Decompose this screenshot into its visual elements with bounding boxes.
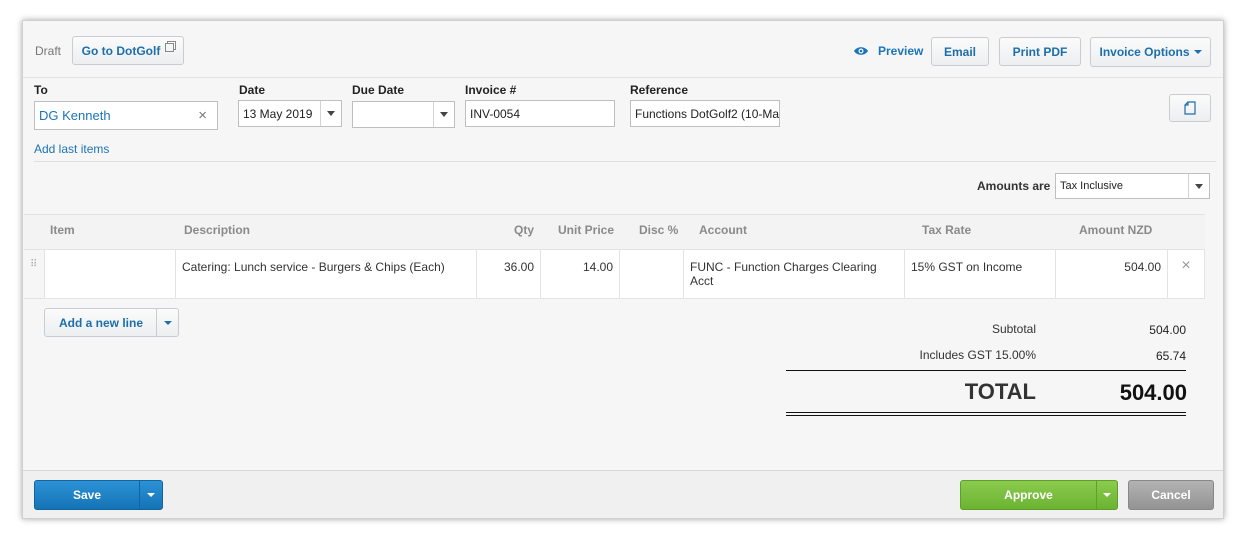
header-qty: Qty bbox=[514, 223, 535, 237]
caret-down-icon bbox=[1193, 50, 1202, 54]
date-label: Date bbox=[239, 83, 266, 97]
caret-down-icon bbox=[1103, 493, 1111, 497]
caret-down-icon bbox=[147, 493, 155, 497]
close-icon[interactable]: × bbox=[198, 107, 207, 124]
header-unit-price: Unit Price bbox=[558, 223, 615, 237]
amounts-are-label: Amounts are bbox=[977, 179, 1051, 193]
header-description: Description bbox=[184, 223, 251, 237]
invoice-editor: Draft Go to DotGolf Preview Email Print … bbox=[22, 20, 1224, 519]
document-icon bbox=[1184, 101, 1196, 115]
delete-row-icon[interactable]: × bbox=[1181, 257, 1190, 274]
date-value: 13 May 2019 bbox=[243, 106, 313, 121]
header-item: Item bbox=[50, 223, 75, 237]
copy-button[interactable] bbox=[1169, 94, 1211, 122]
gst-value: 65.74 bbox=[1155, 349, 1186, 363]
go-to-contact-button[interactable]: Go to DotGolf bbox=[72, 36, 184, 65]
caret-down-icon bbox=[163, 320, 172, 325]
reference-label: Reference bbox=[630, 83, 689, 97]
print-pdf-button[interactable]: Print PDF bbox=[999, 37, 1081, 66]
email-button[interactable]: Email bbox=[931, 37, 989, 66]
invoice-number-label: Invoice # bbox=[465, 83, 517, 97]
due-date-dropdown-icon[interactable] bbox=[433, 102, 454, 127]
to-field[interactable]: DG Kenneth × bbox=[34, 101, 218, 130]
status-label: Draft bbox=[35, 44, 62, 58]
row-bottom-border bbox=[24, 298, 1205, 299]
save-label: Save bbox=[72, 488, 102, 502]
save-dropdown[interactable] bbox=[139, 480, 163, 510]
add-new-line-label: Add a new line bbox=[58, 315, 143, 330]
reference-field[interactable]: Functions DotGolf2 (10-Ma bbox=[630, 100, 780, 127]
unit-price-cell[interactable]: 14.00 bbox=[541, 250, 620, 298]
eye-icon bbox=[854, 47, 868, 55]
approve-button[interactable]: Approve bbox=[960, 480, 1097, 510]
header-account: Account bbox=[699, 223, 747, 237]
invoice-options-button[interactable]: Invoice Options bbox=[1090, 37, 1211, 67]
preview-link[interactable]: Preview bbox=[853, 44, 923, 58]
header-amount: Amount NZD bbox=[1079, 223, 1153, 237]
drag-handle-cell[interactable]: ⠿ bbox=[24, 250, 45, 298]
line-items-table: Item Description Qty Unit Price Disc % A… bbox=[24, 214, 1205, 299]
disc-cell[interactable] bbox=[620, 250, 684, 298]
total-label: TOTAL bbox=[964, 379, 1036, 404]
invoice-options-label: Invoice Options bbox=[1099, 45, 1190, 59]
subtotal-label: Subtotal bbox=[991, 322, 1036, 336]
total-double-rule bbox=[786, 412, 1186, 416]
amount-cell[interactable]: 504.00 bbox=[1056, 250, 1168, 298]
add-new-line-dropdown[interactable] bbox=[156, 308, 179, 337]
due-date-label: Due Date bbox=[352, 83, 405, 97]
description-cell[interactable]: Catering: Lunch service - Burgers & Chip… bbox=[176, 250, 477, 298]
cancel-label: Cancel bbox=[1151, 488, 1191, 502]
print-pdf-label: Print PDF bbox=[1012, 44, 1068, 59]
total-top-rule bbox=[786, 370, 1186, 371]
account-cell[interactable]: FUNC - Function Charges Clearing Acct bbox=[684, 250, 905, 298]
item-cell[interactable] bbox=[45, 250, 176, 298]
approve-dropdown[interactable] bbox=[1096, 480, 1118, 510]
date-field[interactable]: 13 May 2019 bbox=[238, 100, 342, 127]
due-date-field[interactable] bbox=[352, 101, 455, 128]
amounts-are-dropdown-icon[interactable] bbox=[1188, 174, 1209, 198]
divider bbox=[34, 161, 1216, 162]
gst-label: Includes GST 15.00% bbox=[919, 348, 1036, 362]
to-label: To bbox=[34, 83, 48, 97]
subtotal-value: 504.00 bbox=[1149, 323, 1186, 337]
drag-handle-icon[interactable]: ⠿ bbox=[30, 259, 37, 270]
header-tax-rate: Tax Rate bbox=[922, 223, 972, 237]
add-last-items-link[interactable]: Add last items bbox=[34, 142, 109, 156]
amounts-are-value: Tax Inclusive bbox=[1060, 180, 1123, 192]
reference-value: Functions DotGolf2 (10-Ma bbox=[635, 106, 780, 121]
add-new-line-button[interactable]: Add a new line bbox=[44, 308, 158, 337]
save-button[interactable]: Save bbox=[34, 480, 140, 510]
cancel-button[interactable]: Cancel bbox=[1128, 480, 1214, 510]
header-disc: Disc % bbox=[639, 223, 679, 237]
qty-cell[interactable]: 36.00 bbox=[477, 250, 541, 298]
go-to-contact-label: Go to DotGolf bbox=[81, 43, 161, 58]
external-link-icon bbox=[165, 43, 175, 52]
delete-cell[interactable]: × bbox=[1168, 250, 1205, 298]
to-value: DG Kenneth bbox=[39, 108, 111, 123]
tax-rate-cell[interactable]: 15% GST on Income bbox=[905, 250, 1056, 298]
approve-label: Approve bbox=[1004, 488, 1053, 502]
total-value: 504.00 bbox=[1119, 380, 1187, 405]
invoice-number-field[interactable]: INV-0054 bbox=[465, 100, 615, 127]
amounts-are-select[interactable]: Tax Inclusive bbox=[1055, 173, 1210, 199]
invoice-number-value: INV-0054 bbox=[470, 106, 521, 121]
preview-label: Preview bbox=[878, 44, 924, 58]
email-label: Email bbox=[943, 44, 976, 59]
date-dropdown-icon[interactable] bbox=[320, 101, 341, 126]
